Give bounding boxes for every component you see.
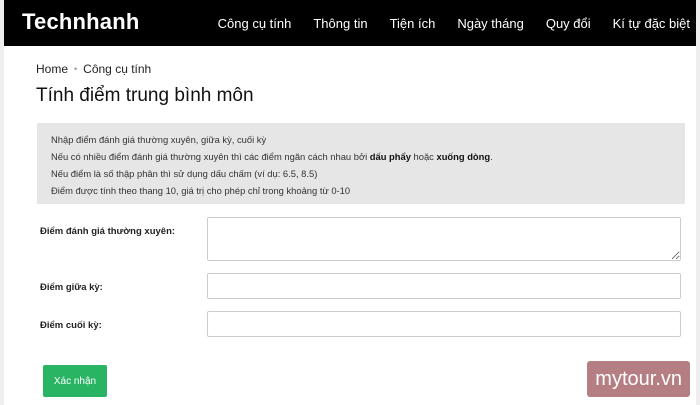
nav-item-ngay-thang[interactable]: Ngày tháng	[457, 16, 524, 31]
instruction-line-2-or: hoặc	[410, 151, 437, 162]
main-nav: Công cụ tính Thông tin Tiện ích Ngày thá…	[196, 0, 696, 46]
instruction-line-1: Nhập điểm đánh giá thường xuyên, giữa kỳ…	[51, 134, 267, 145]
instruction-line-2-text: Nếu có nhiều điểm đánh giá thường xuyên …	[51, 151, 370, 162]
page: Technhanh Công cụ tính Thông tin Tiện íc…	[0, 0, 700, 405]
nav-item-tien-ich[interactable]: Tiện ích	[390, 16, 436, 31]
midterm-score-label: Điểm giữa kỳ:	[40, 282, 103, 293]
final-score-input[interactable]	[207, 311, 681, 337]
instruction-line-2: Nếu có nhiều điểm đánh giá thường xuyên …	[51, 148, 673, 165]
nav-item-cong-cu-tinh[interactable]: Công cụ tính	[218, 16, 292, 31]
top-navbar: Technhanh Công cụ tính Thông tin Tiện íc…	[4, 0, 696, 46]
submit-button[interactable]: Xác nhận	[43, 365, 107, 397]
watermark-logo: mytour.vn	[587, 361, 690, 397]
instruction-comma-emphasis: dấu phẩy	[369, 151, 411, 162]
nav-item-thong-tin[interactable]: Thông tin	[313, 16, 367, 31]
instruction-line-3: Nếu điểm là số thập phân thì sử dụng dấu…	[51, 168, 318, 179]
breadcrumb-current[interactable]: Công cụ tính	[83, 62, 151, 76]
breadcrumb-home-link[interactable]: Home	[36, 62, 68, 76]
nav-item-quy-doi[interactable]: Quy đổi	[546, 16, 591, 31]
final-score-label: Điểm cuối kỳ:	[40, 320, 102, 331]
regular-score-label: Điểm đánh giá thường xuyên:	[40, 226, 176, 237]
page-title: Tính điểm trung bình môn	[36, 85, 254, 106]
regular-score-textarea[interactable]	[207, 217, 681, 261]
breadcrumb-separator: •	[74, 64, 78, 74]
instruction-line-4: Điểm được tính theo thang 10, giá trị ch…	[51, 185, 351, 196]
instructions-box: Nhập điểm đánh giá thường xuyên, giữa kỳ…	[37, 123, 685, 204]
midterm-score-input[interactable]	[207, 273, 681, 299]
instruction-newline-emphasis: xuống dòng	[436, 151, 491, 162]
breadcrumb: Home • Công cụ tính	[36, 62, 151, 76]
instruction-line-2-end: .	[490, 151, 493, 162]
nav-item-ki-tu-dac-biet[interactable]: Kí tự đặc biệt	[613, 16, 690, 31]
site-logo[interactable]: Technhanh	[22, 9, 140, 35]
